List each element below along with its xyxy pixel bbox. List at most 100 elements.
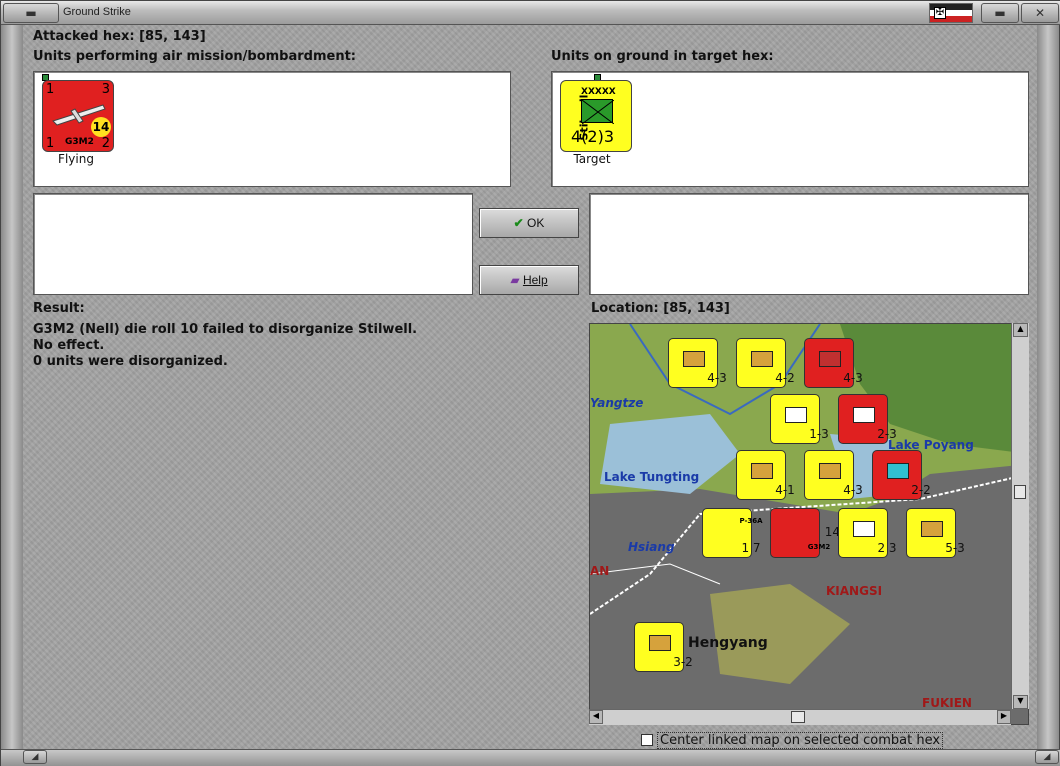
unit-symbol-icon — [683, 351, 705, 367]
air-units-panel: 1 3 14 G3M2 1 2 Flying — [33, 71, 511, 187]
map-unit-counter[interactable]: 2-2 — [872, 450, 931, 500]
close-button[interactable]: ✕ — [1021, 3, 1059, 23]
map-label-an: AN — [590, 564, 610, 578]
counter-strength: 4-3 — [843, 483, 863, 497]
map-vertical-scrollbar[interactable]: ▲ ▼ — [1011, 323, 1029, 709]
air-unit-status: Flying — [58, 152, 94, 166]
map-label-fukien: FUKIEN — [922, 696, 972, 710]
unit-symbol-icon — [751, 463, 773, 479]
scroll-left-icon[interactable]: ◀ — [589, 710, 603, 724]
counter-name: G3M2 — [807, 543, 831, 551]
map-unit-counter[interactable]: 2 3 — [838, 508, 897, 558]
scroll-thumb[interactable] — [791, 711, 805, 723]
counter-strength: 2-2 — [911, 483, 931, 497]
air-unit-range: 14 — [91, 117, 111, 137]
system-menu-button[interactable]: ▬ — [3, 3, 59, 23]
air-unit-top-left: 1 — [46, 82, 55, 97]
window-title: Ground Strike — [63, 6, 131, 18]
unit-symbol-icon — [819, 351, 841, 367]
result-heading: Result: — [33, 301, 85, 316]
center-linked-checkbox[interactable] — [641, 734, 653, 746]
result-text: G3M2 (Nell) die roll 10 failed to disorg… — [33, 322, 417, 370]
scroll-right-icon[interactable]: ▶ — [997, 710, 1011, 724]
scroll-thumb[interactable] — [1014, 485, 1026, 499]
air-units-heading: Units performing air mission/bombardment… — [33, 49, 357, 64]
attacked-hex-label: Attacked hex: [85, 143] — [33, 29, 206, 44]
resize-left-icon[interactable]: ◢ — [23, 750, 47, 764]
left-frame — [1, 25, 23, 749]
unit-symbol-icon — [785, 407, 807, 423]
counter-strength: 14 — [824, 525, 840, 539]
map-unit-counter[interactable]: 4-1 — [736, 450, 795, 500]
result-line: No effect. — [33, 338, 105, 353]
counter-strength: 3-2 — [673, 655, 693, 669]
air-unit-bottom-left: 1 — [46, 136, 55, 151]
ground-units-panel: Stilwell XXXXX 4(2)3 Target — [551, 71, 1029, 187]
ok-button[interactable]: ✔ OK — [479, 208, 579, 238]
ground-unit-counter[interactable]: Stilwell XXXXX 4(2)3 — [560, 80, 632, 152]
unit-symbol-icon — [751, 351, 773, 367]
ground-details-panel — [589, 193, 1029, 295]
unit-symbol-icon — [649, 635, 671, 651]
counter-strength: 2-3 — [877, 427, 897, 441]
map-unit-counter[interactable]: 4-3 — [668, 338, 727, 388]
ground-unit-size: XXXXX — [581, 87, 616, 97]
counter-strength: 5-3 — [945, 541, 965, 555]
ok-label: OK — [527, 216, 545, 230]
map-unit-counter[interactable]: 4-2 — [736, 338, 795, 388]
result-line: 0 units were disorganized. — [33, 354, 228, 369]
center-linked-label[interactable]: Center linked map on selected combat hex — [657, 732, 944, 749]
minimize-button[interactable]: ▬ — [981, 3, 1019, 23]
infantry-symbol-icon — [581, 99, 615, 125]
unit-symbol-icon — [853, 407, 875, 423]
unit-symbol-icon — [853, 521, 875, 537]
counter-strength: 4-1 — [775, 483, 795, 497]
map-air-unit-counter[interactable]: P-36A 1 7 — [702, 508, 763, 558]
air-unit-name: G3M2 — [65, 137, 94, 147]
map-unit-counter[interactable]: 5-3 — [906, 508, 965, 558]
counter-strength: 1-3 — [809, 427, 829, 441]
counter-strength: 4-3 — [707, 371, 727, 385]
help-label: Help — [522, 273, 548, 287]
map-label-lake-tungting: Lake Tungting — [604, 470, 700, 484]
air-unit-top-right: 3 — [101, 82, 110, 97]
scroll-up-icon[interactable]: ▲ — [1013, 323, 1028, 337]
linked-map[interactable]: Yangtze Lake Poyang Lake Tungting Hsiang… — [589, 323, 1029, 725]
map-label-yangtze: Yangtze — [590, 396, 644, 410]
map-unit-counter[interactable]: 1-3 — [770, 394, 829, 444]
result-line: G3M2 (Nell) die roll 10 failed to disorg… — [33, 322, 418, 337]
ground-unit-status: Target — [573, 152, 611, 166]
scroll-down-icon[interactable]: ▼ — [1013, 695, 1028, 709]
unit-symbol-icon — [819, 463, 841, 479]
air-unit-bottom-right: 2 — [101, 136, 110, 151]
map-unit-counter[interactable]: 4-3 — [804, 338, 863, 388]
counter-strength: 4-2 — [775, 371, 795, 385]
location-label: Location: [85, 143] — [591, 301, 730, 316]
map-horizontal-scrollbar[interactable]: ◀ ▶ — [589, 709, 1011, 725]
map-air-unit-counter[interactable]: G3M2 14 — [770, 508, 840, 558]
counter-name: P-36A — [739, 517, 763, 525]
unit-symbol-icon — [921, 521, 943, 537]
counter-strength: 4-3 — [843, 371, 863, 385]
check-icon: ✔ — [513, 216, 524, 230]
help-button[interactable]: ▰ Help — [479, 265, 579, 295]
counter-strength: 1 7 — [741, 541, 761, 555]
map-label-hengyang: Hengyang — [688, 635, 768, 651]
map-unit-counter[interactable]: 2-3 — [838, 394, 897, 444]
air-details-panel — [33, 193, 473, 295]
ground-units-heading: Units on ground in target hex: — [551, 49, 774, 64]
ground-unit-strength: 4(2)3 — [571, 127, 615, 146]
unit-symbol-icon — [887, 463, 909, 479]
right-frame — [1037, 25, 1059, 749]
ground-strike-window: ▬ Ground Strike ✠ ▬ ✕ Attacked hex: [85,… — [0, 0, 1060, 766]
bottom-frame: ◢ ◢ — [1, 749, 1060, 766]
title-bar: ▬ Ground Strike ✠ ▬ ✕ — [1, 1, 1060, 25]
air-unit-counter[interactable]: 1 3 14 G3M2 1 2 — [42, 80, 114, 152]
help-book-icon: ▰ — [510, 273, 520, 287]
map-label-hsiang: Hsiang — [628, 540, 675, 554]
map-unit-counter[interactable]: 4-3 — [804, 450, 863, 500]
resize-right-icon[interactable]: ◢ — [1035, 750, 1059, 764]
map-unit-counter[interactable]: 3-2 — [634, 622, 693, 672]
nation-flag-icon: ✠ — [929, 3, 973, 23]
map-label-kiangsi: KIANGSI — [826, 584, 883, 598]
